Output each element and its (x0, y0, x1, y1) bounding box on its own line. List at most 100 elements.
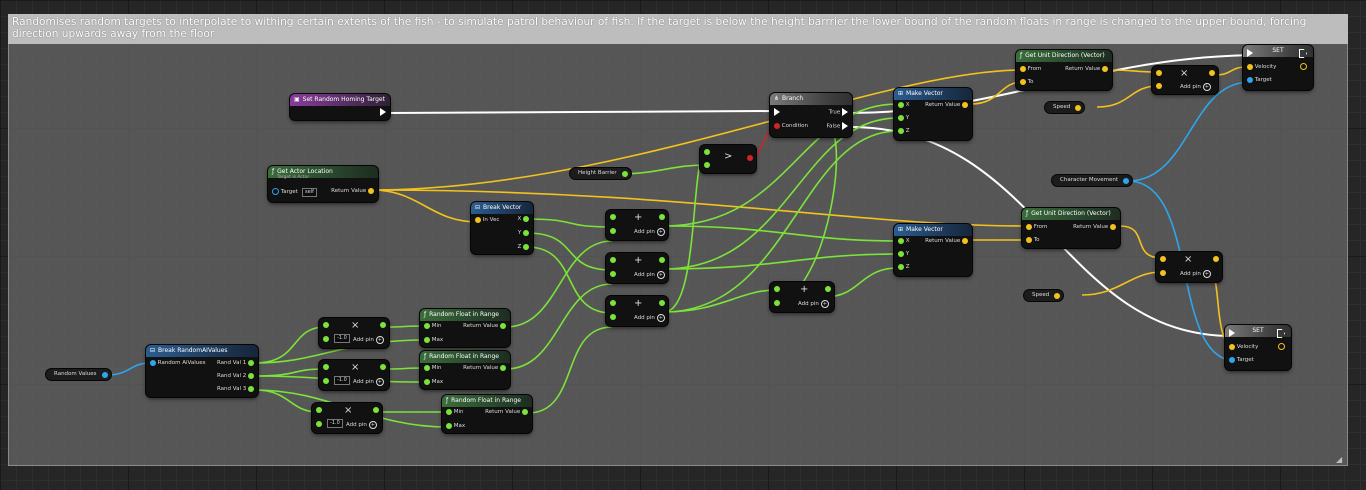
speed-pin[interactable] (1075, 104, 1082, 111)
get-unit-direction-mid-node[interactable]: ƒ Get Unit Direction (Vector) From To Ret… (1022, 208, 1120, 248)
add-pin-button[interactable]: Add pin + (634, 314, 665, 322)
out-pin[interactable] (1209, 69, 1215, 76)
to-pin[interactable] (1020, 78, 1026, 85)
return-pin[interactable] (500, 322, 506, 329)
out-pin[interactable] (373, 406, 379, 413)
return-pin[interactable] (962, 237, 968, 244)
rand-val-2-pin[interactable] (248, 372, 254, 379)
max-pin[interactable] (446, 422, 452, 429)
multiply-neg-node-1[interactable]: -1.0 × Add pin + (319, 318, 389, 348)
comment-resize-handle[interactable]: ◢ (1336, 455, 1342, 464)
a-pin[interactable] (323, 321, 329, 328)
add-node-1[interactable]: + Add pin + (606, 210, 668, 240)
character-movement-variable[interactable]: Character Movement (1052, 175, 1133, 186)
x-pin[interactable] (523, 215, 529, 222)
speed-variable-top[interactable]: Speed (1045, 102, 1085, 113)
make-vector-mid-node[interactable]: ⊞ Make Vector X Y Z Return Value (894, 224, 972, 276)
a-pin[interactable] (1160, 255, 1166, 262)
a-pin[interactable] (316, 406, 322, 413)
value-field[interactable]: -1.0 (334, 334, 350, 343)
target-self-field[interactable]: self (302, 188, 317, 197)
velocity-out-pin[interactable] (1300, 63, 1307, 70)
break-vector-node[interactable]: ⊟ Break Vector In Vec X Y Z (471, 202, 533, 254)
target-pin[interactable] (272, 188, 279, 195)
random-float-in-range-node-3[interactable]: ƒ Random Float in Range Min Max Return Va… (442, 395, 532, 433)
return-pin[interactable] (962, 101, 968, 108)
b-pin[interactable] (323, 377, 329, 384)
from-pin[interactable] (1020, 65, 1026, 72)
to-pin[interactable] (1026, 236, 1032, 243)
multiply-neg-node-3[interactable]: -1.0 × Add pin + (312, 403, 382, 433)
a-pin[interactable] (610, 299, 616, 306)
b-pin[interactable] (704, 161, 710, 168)
add-pin-button[interactable]: Add pin + (353, 336, 384, 344)
speed-pin[interactable] (1054, 292, 1061, 299)
y-pin[interactable] (898, 114, 904, 121)
random-aivalues-pin[interactable] (150, 359, 156, 366)
b-pin[interactable] (610, 270, 616, 277)
height-barrier-variable[interactable]: Height Barrier (570, 168, 631, 179)
b-pin[interactable] (610, 313, 616, 320)
a-pin[interactable] (1156, 69, 1162, 76)
b-pin[interactable] (1160, 269, 1166, 276)
add-pin-button[interactable]: Add pin + (1180, 83, 1211, 91)
z-pin[interactable] (523, 243, 529, 250)
min-pin[interactable] (424, 322, 430, 329)
return-pin[interactable] (522, 408, 528, 415)
add-pin-button[interactable]: Add pin + (353, 378, 384, 386)
a-pin[interactable] (704, 148, 710, 155)
velocity-pin[interactable] (1229, 343, 1235, 350)
set-velocity-bottom-node[interactable]: SET Velocity Target (1225, 325, 1291, 370)
multiply-top-node[interactable]: × Add pin + (1152, 66, 1218, 94)
exec-out-pin[interactable] (380, 108, 386, 116)
add-pin-button[interactable]: Add pin + (634, 271, 665, 279)
a-pin[interactable] (774, 285, 780, 292)
get-unit-direction-top-node[interactable]: ƒ Get Unit Direction (Vector) From To Ret… (1016, 50, 1112, 90)
random-values-pin[interactable] (101, 371, 108, 378)
multiply-mid-node[interactable]: × Add pin + (1156, 252, 1222, 282)
z-pin[interactable] (898, 127, 904, 134)
exec-out-pin[interactable] (1277, 329, 1285, 338)
out-pin[interactable] (659, 299, 665, 306)
in-vec-pin[interactable] (475, 216, 481, 223)
value-field[interactable]: -1.0 (334, 376, 350, 385)
a-pin[interactable] (323, 363, 329, 370)
return-pin[interactable] (1102, 65, 1108, 72)
bool-out-pin[interactable] (747, 154, 753, 161)
out-pin[interactable] (659, 213, 665, 220)
b-pin[interactable] (774, 299, 780, 306)
exec-in-pin[interactable] (1229, 329, 1235, 337)
exec-in-pin[interactable] (774, 108, 780, 116)
b-pin[interactable] (610, 227, 616, 234)
false-exec-pin[interactable] (842, 122, 848, 130)
multiply-neg-node-2[interactable]: -1.0 × Add pin + (319, 360, 389, 390)
z-pin[interactable] (898, 263, 904, 270)
random-values-variable[interactable]: Random Values (46, 369, 111, 380)
set-velocity-top-node[interactable]: SET Velocity Target (1243, 45, 1313, 90)
return-pin[interactable] (1110, 223, 1116, 230)
return-pin[interactable] (368, 187, 374, 194)
target-pin[interactable] (1247, 76, 1253, 83)
add-pin-button[interactable]: Add pin + (1180, 270, 1211, 278)
add-pin-button[interactable]: Add pin + (346, 421, 377, 429)
velocity-out-pin[interactable] (1278, 343, 1285, 350)
out-pin[interactable] (380, 363, 386, 370)
speed-variable-mid[interactable]: Speed (1024, 290, 1064, 301)
y-pin[interactable] (523, 229, 529, 236)
condition-pin[interactable] (774, 122, 780, 129)
rand-val-1-pin[interactable] (248, 359, 254, 366)
b-pin[interactable] (1156, 82, 1162, 89)
break-random-ai-values-node[interactable]: ⊟ Break RandomAIValues Random AiValues Ra… (146, 345, 258, 397)
set-random-homing-target-node[interactable]: ▣ Set Random Homing Target (290, 94, 390, 120)
x-pin[interactable] (898, 237, 904, 244)
add-node-3[interactable]: + Add pin + (606, 296, 668, 326)
get-actor-location-node[interactable]: ƒ Get Actor Location Target is Actor Targ… (268, 166, 378, 202)
add-node-2[interactable]: + Add pin + (606, 253, 668, 283)
exec-out-pin[interactable] (1299, 49, 1307, 58)
out-pin[interactable] (1213, 255, 1219, 262)
random-float-in-range-node-2[interactable]: ƒ Random Float in Range Min Max Return Va… (420, 351, 510, 389)
random-float-in-range-node-1[interactable]: ƒ Random Float in Range Min Max Return Va… (420, 309, 510, 347)
add-pin-button[interactable]: Add pin + (634, 228, 665, 236)
true-exec-pin[interactable] (842, 108, 848, 116)
out-pin[interactable] (659, 256, 665, 263)
